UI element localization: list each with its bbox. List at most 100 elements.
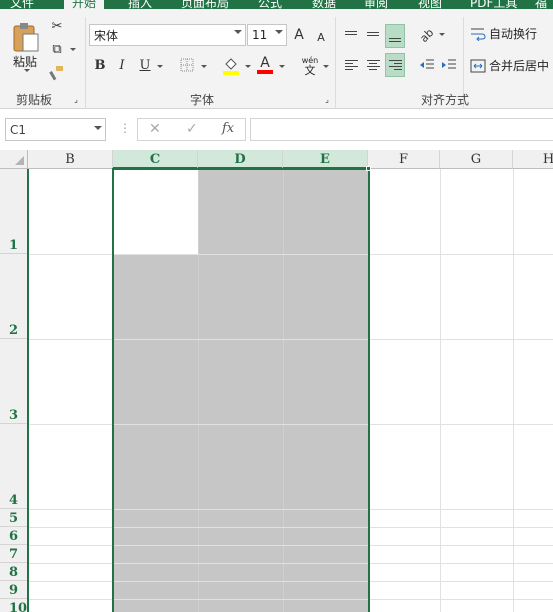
name-box[interactable]: C1 <box>5 118 106 141</box>
merge-center-icon <box>470 59 486 72</box>
confirm-icon[interactable]: ✓ <box>186 121 198 137</box>
tab-view[interactable]: 视图 <box>418 0 442 9</box>
shrink-font-button[interactable]: A <box>314 29 328 45</box>
font-name-select[interactable]: 宋体 <box>89 24 246 46</box>
wrap-text-label: 自动换行 <box>489 27 538 41</box>
font-launcher-icon[interactable]: ⌟ <box>323 95 331 104</box>
borders-dropdown-icon[interactable] <box>201 65 207 68</box>
increase-indent-button[interactable] <box>439 55 459 75</box>
italic-button[interactable]: I <box>114 57 130 73</box>
phonetic-button[interactable]: wén 文 <box>299 56 321 76</box>
row-header-8[interactable]: 8 <box>0 563 28 581</box>
font-group-label: 字体 <box>190 93 215 107</box>
tab-data[interactable]: 数据 <box>312 0 336 9</box>
row-header-4[interactable]: 4 <box>0 424 28 509</box>
grow-font-button[interactable]: A <box>292 27 306 43</box>
separator <box>335 17 336 109</box>
column-header-e[interactable]: E <box>283 150 368 169</box>
formula-bar-grip-icon: ⋮ <box>119 121 131 135</box>
cut-icon[interactable]: ✂ <box>48 17 66 35</box>
tab-home[interactable]: 开始 <box>64 0 105 9</box>
font-color-button[interactable]: A <box>256 55 274 75</box>
paste-label[interactable]: 粘贴 <box>13 53 37 70</box>
column-header-f[interactable]: F <box>368 150 440 169</box>
row-header-6[interactable]: 6 <box>0 527 28 545</box>
font-size-value: 11 <box>252 28 268 42</box>
decrease-indent-icon <box>420 59 434 69</box>
align-bottom-icon <box>389 36 401 44</box>
row-header-7[interactable]: 7 <box>0 545 28 563</box>
tab-insert[interactable]: 插入 <box>128 0 152 9</box>
wrap-text-button[interactable]: 自动换行 <box>470 25 537 42</box>
grow-font-letter: A <box>294 27 304 43</box>
borders-button[interactable] <box>179 57 195 73</box>
tab-pdf-tools[interactable]: PDF工具 <box>470 0 517 9</box>
column-header-d[interactable]: D <box>198 150 283 169</box>
column-header-g[interactable]: G <box>440 150 513 169</box>
fill-color-dropdown-icon[interactable] <box>245 65 251 68</box>
orientation-dropdown-icon[interactable] <box>439 33 445 36</box>
paste-dropdown-icon[interactable] <box>24 69 30 72</box>
orientation-button[interactable]: ab <box>417 26 437 45</box>
wrap-text-icon <box>471 28 486 41</box>
font-color-dropdown-icon[interactable] <box>279 65 285 68</box>
decrease-indent-button[interactable] <box>417 55 437 75</box>
separator <box>85 17 86 109</box>
tab-formulas[interactable]: 公式 <box>258 0 282 9</box>
fill-color-icon <box>223 58 239 75</box>
phonetic-bottom: 文 <box>304 64 316 77</box>
chevron-down-icon <box>234 30 242 34</box>
tab-file[interactable]: 文件 <box>10 0 34 9</box>
column-header-b[interactable]: B <box>28 150 113 169</box>
select-all-corner[interactable] <box>0 150 28 169</box>
row-header-1[interactable]: 1 <box>0 169 28 254</box>
alignment-group-label: 对齐方式 <box>421 93 470 107</box>
align-bottom-button[interactable] <box>385 24 405 48</box>
borders-icon <box>180 58 194 72</box>
font-name-value: 宋体 <box>94 28 119 43</box>
align-right-button[interactable] <box>385 53 405 77</box>
clipboard-group-label: 剪贴板 <box>16 93 53 107</box>
row-header-5[interactable]: 5 <box>0 509 28 527</box>
row-header-3[interactable]: 3 <box>0 339 28 424</box>
underline-dropdown-icon[interactable] <box>157 65 163 68</box>
cancel-icon[interactable]: ✕ <box>149 121 161 137</box>
column-header-h[interactable]: H <box>513 150 553 169</box>
copy-dropdown-icon[interactable] <box>70 48 76 51</box>
phonetic-dropdown-icon[interactable] <box>323 65 329 68</box>
formula-buttons: ✕ ✓ fx <box>137 118 246 141</box>
tab-review[interactable]: 审阅 <box>364 0 388 9</box>
format-painter-icon[interactable] <box>48 64 66 82</box>
align-left-button[interactable] <box>341 55 361 75</box>
shrink-font-letter: A <box>317 30 325 44</box>
fill-handle[interactable] <box>366 166 371 171</box>
font-color-letter: A <box>260 55 270 71</box>
align-top-button[interactable] <box>341 24 361 44</box>
bold-button[interactable]: B <box>92 57 108 73</box>
align-middle-icon <box>367 30 379 38</box>
row-header-10[interactable]: 10 <box>0 599 28 612</box>
row-header-2[interactable]: 2 <box>0 254 28 339</box>
align-left-icon <box>344 58 358 72</box>
ribbon-tabs: 文件 开始 插入 页面布局 公式 数据 审阅 视图 PDF工具 福 <box>0 0 553 9</box>
row-header-9[interactable]: 9 <box>0 581 28 599</box>
chevron-down-icon <box>275 30 283 34</box>
tab-page-layout[interactable]: 页面布局 <box>181 0 229 9</box>
merge-center-button[interactable]: 合并后居中 <box>470 57 549 74</box>
font-size-select[interactable]: 11 <box>247 24 287 46</box>
font-color-swatch <box>257 70 273 74</box>
name-box-value: C1 <box>10 122 27 137</box>
fill-color-button[interactable] <box>222 55 240 75</box>
column-header-c[interactable]: C <box>113 150 198 169</box>
underline-button[interactable]: U <box>137 57 153 73</box>
copy-icon[interactable]: ⧉ <box>48 40 66 58</box>
formula-input[interactable] <box>250 118 553 141</box>
tab-more[interactable]: 福 <box>535 0 547 9</box>
align-middle-button[interactable] <box>363 24 383 44</box>
row-header-selection-edge <box>27 169 29 612</box>
select-all-triangle-icon <box>15 156 24 165</box>
clipboard-launcher-icon[interactable]: ⌟ <box>72 95 80 104</box>
insert-function-icon[interactable]: fx <box>222 121 234 136</box>
align-center-button[interactable] <box>363 55 383 75</box>
paste-button[interactable] <box>10 21 42 53</box>
